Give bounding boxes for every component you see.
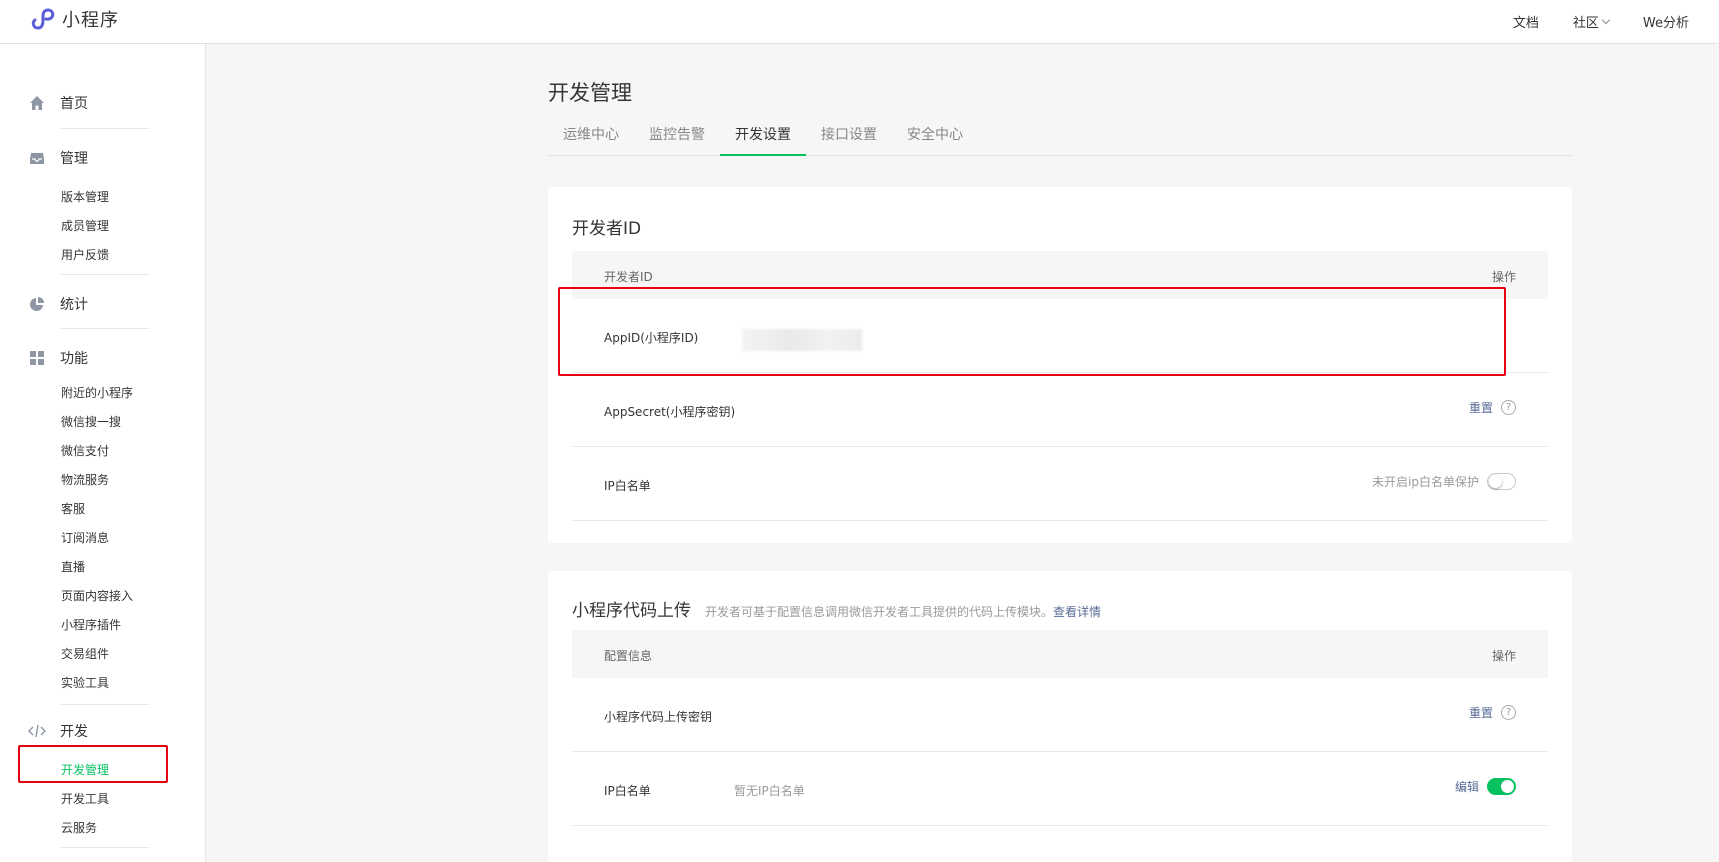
nav-group-features: 功能 附近的小程序 微信搜一搜 微信支付 物流服务 客服 订阅消息 直播 页面内… <box>28 346 150 698</box>
home-icon <box>28 94 46 112</box>
logo-text: 小程序 <box>62 10 119 31</box>
view-details-link[interactable]: 查看详情 <box>1053 605 1101 619</box>
code-icon <box>28 722 46 740</box>
main-content: 开发管理 运维中心 监控告警 开发设置 接口设置 安全中心 开发者ID 开发者I… <box>206 44 1719 862</box>
table-row-upload-ip-whitelist: IP白名单 暂无IP白名单 编辑 <box>572 752 1548 826</box>
sidebar-item-label: 管理 <box>60 151 88 167</box>
tab-dev-settings[interactable]: 开发设置 <box>720 116 806 156</box>
sidebar-item-label: 统计 <box>60 297 88 313</box>
nav-community[interactable]: 社区 <box>1572 12 1611 31</box>
row-actions: 未开启ip白名单保护 <box>1372 473 1516 490</box>
top-bar: 小程序 文档 社区 We分析 <box>0 0 1719 44</box>
table-row-ip-whitelist: IP白名单 未开启ip白名单保护 <box>572 447 1548 521</box>
card-title-wrap: 小程序代码上传 开发者可基于配置信息调用微信开发者工具提供的代码上传模块。查看详情 <box>572 596 1101 621</box>
row-key: AppID(小程序ID) <box>604 331 699 345</box>
nav-community-label: 社区 <box>1572 16 1599 31</box>
tab-bar: 运维中心 监控告警 开发设置 接口设置 安全中心 <box>548 116 1572 156</box>
divider <box>61 847 149 848</box>
row-key: AppSecret(小程序密钥) <box>604 405 736 419</box>
row-key: 小程序代码上传密钥 <box>604 710 713 724</box>
divider <box>61 128 149 129</box>
nav-we-analytics[interactable]: We分析 <box>1643 12 1689 31</box>
sidebar-item-customer-service[interactable]: 客服 <box>28 495 150 524</box>
mini-program-logo-icon <box>31 8 55 30</box>
header-left: 配置信息 <box>604 649 653 663</box>
sidebar-item-label: 功能 <box>60 351 88 367</box>
table-header: 开发者ID 操作 <box>572 251 1548 299</box>
help-icon[interactable]: ? <box>1501 705 1516 720</box>
row-key: IP白名单 <box>604 784 651 798</box>
divider <box>61 704 149 705</box>
header-left: 开发者ID <box>604 270 653 284</box>
help-icon[interactable]: ? <box>1501 400 1516 415</box>
sidebar-item-wechat-search[interactable]: 微信搜一搜 <box>28 408 150 437</box>
header-right: 操作 <box>1491 270 1516 284</box>
nav-group-develop: 开发 开发管理 开发工具 云服务 <box>28 719 150 843</box>
card-title: 开发者ID <box>572 219 642 239</box>
sidebar-item-nearby-mini-programs[interactable]: 附近的小程序 <box>28 379 150 408</box>
sidebar-item-wechat-pay[interactable]: 微信支付 <box>28 437 150 466</box>
sidebar-item-transaction-components[interactable]: 交易组件 <box>28 640 150 669</box>
sidebar-item-member-management[interactable]: 成员管理 <box>28 212 150 241</box>
table-row-upload-key: 小程序代码上传密钥 重置 ? <box>572 678 1548 752</box>
nav-group-manage: 管理 版本管理 成员管理 用户反馈 <box>28 146 150 270</box>
sidebar: 首页 管理 版本管理 成员管理 用户反馈 统计 功能 附近的小程序 微信搜一搜 … <box>0 44 206 862</box>
table-row-appsecret: AppSecret(小程序密钥) 重置 ? <box>572 373 1548 447</box>
row-actions: 编辑 <box>1455 778 1516 795</box>
sidebar-item-dev-tools[interactable]: 开发工具 <box>28 785 150 814</box>
tab-api-settings[interactable]: 接口设置 <box>806 116 892 156</box>
inbox-icon <box>28 149 46 167</box>
card-title: 小程序代码上传 <box>572 601 691 621</box>
card-description: 开发者可基于配置信息调用微信开发者工具提供的代码上传模块。查看详情 <box>705 605 1101 619</box>
nav-group-stats: 统计 <box>28 292 150 316</box>
row-value: 暂无IP白名单 <box>734 784 805 798</box>
row-actions: 重置 ? <box>1469 704 1516 721</box>
sidebar-item-subscription-messages[interactable]: 订阅消息 <box>28 524 150 553</box>
developer-id-card: 开发者ID 开发者ID 操作 AppID(小程序ID) AppSecret(小程… <box>548 187 1572 543</box>
row-actions: 重置 ? <box>1469 399 1516 416</box>
sidebar-item-version-management[interactable]: 版本管理 <box>28 183 150 212</box>
card-description-text: 开发者可基于配置信息调用微信开发者工具提供的代码上传模块。 <box>705 605 1054 619</box>
sidebar-item-user-feedback[interactable]: 用户反馈 <box>28 241 150 270</box>
nav-docs[interactable]: 文档 <box>1513 12 1539 31</box>
logo[interactable]: 小程序 <box>30 6 119 32</box>
table-header: 配置信息 操作 <box>572 630 1548 678</box>
divider <box>61 274 149 275</box>
appid-value-redacted <box>742 329 862 351</box>
sidebar-item-stats[interactable]: 统计 <box>28 292 150 316</box>
sidebar-item-develop[interactable]: 开发 <box>28 719 150 743</box>
edit-ip-whitelist-link[interactable]: 编辑 <box>1455 778 1479 795</box>
chevron-down-icon <box>1601 15 1611 24</box>
sidebar-item-page-content[interactable]: 页面内容接入 <box>28 582 150 611</box>
row-key: IP白名单 <box>604 479 651 493</box>
nav-group-home: 首页 <box>28 91 150 115</box>
grid-icon <box>28 349 46 367</box>
tab-ops-center[interactable]: 运维中心 <box>548 116 634 156</box>
sidebar-item-manage[interactable]: 管理 <box>28 146 150 170</box>
header-right: 操作 <box>1491 649 1516 663</box>
reset-secret-link[interactable]: 重置 <box>1469 399 1493 416</box>
sidebar-item-experiment-tools[interactable]: 实验工具 <box>28 669 150 698</box>
reset-upload-key-link[interactable]: 重置 <box>1469 704 1493 721</box>
sidebar-item-cloud-services[interactable]: 云服务 <box>28 814 150 843</box>
page-title: 开发管理 <box>548 81 632 105</box>
top-nav: 文档 社区 We分析 <box>1513 12 1689 31</box>
code-upload-card: 小程序代码上传 开发者可基于配置信息调用微信开发者工具提供的代码上传模块。查看详情… <box>548 571 1572 862</box>
sidebar-item-logistics[interactable]: 物流服务 <box>28 466 150 495</box>
upload-ip-whitelist-toggle[interactable] <box>1487 778 1516 795</box>
tab-security-center[interactable]: 安全中心 <box>892 116 978 156</box>
sidebar-item-label: 开发 <box>60 724 88 740</box>
sidebar-item-live[interactable]: 直播 <box>28 553 150 582</box>
tab-monitoring[interactable]: 监控告警 <box>634 116 720 156</box>
sidebar-item-features[interactable]: 功能 <box>28 346 150 370</box>
table-row-appid: AppID(小程序ID) <box>572 299 1548 373</box>
sidebar-item-dev-management[interactable]: 开发管理 <box>28 756 150 785</box>
sidebar-item-label: 首页 <box>60 96 88 112</box>
ip-protection-status: 未开启ip白名单保护 <box>1372 475 1479 489</box>
pie-chart-icon <box>28 295 46 313</box>
divider <box>61 328 149 329</box>
ip-whitelist-toggle[interactable] <box>1487 473 1516 490</box>
sidebar-item-plugins[interactable]: 小程序插件 <box>28 611 150 640</box>
sidebar-item-home[interactable]: 首页 <box>28 91 150 115</box>
